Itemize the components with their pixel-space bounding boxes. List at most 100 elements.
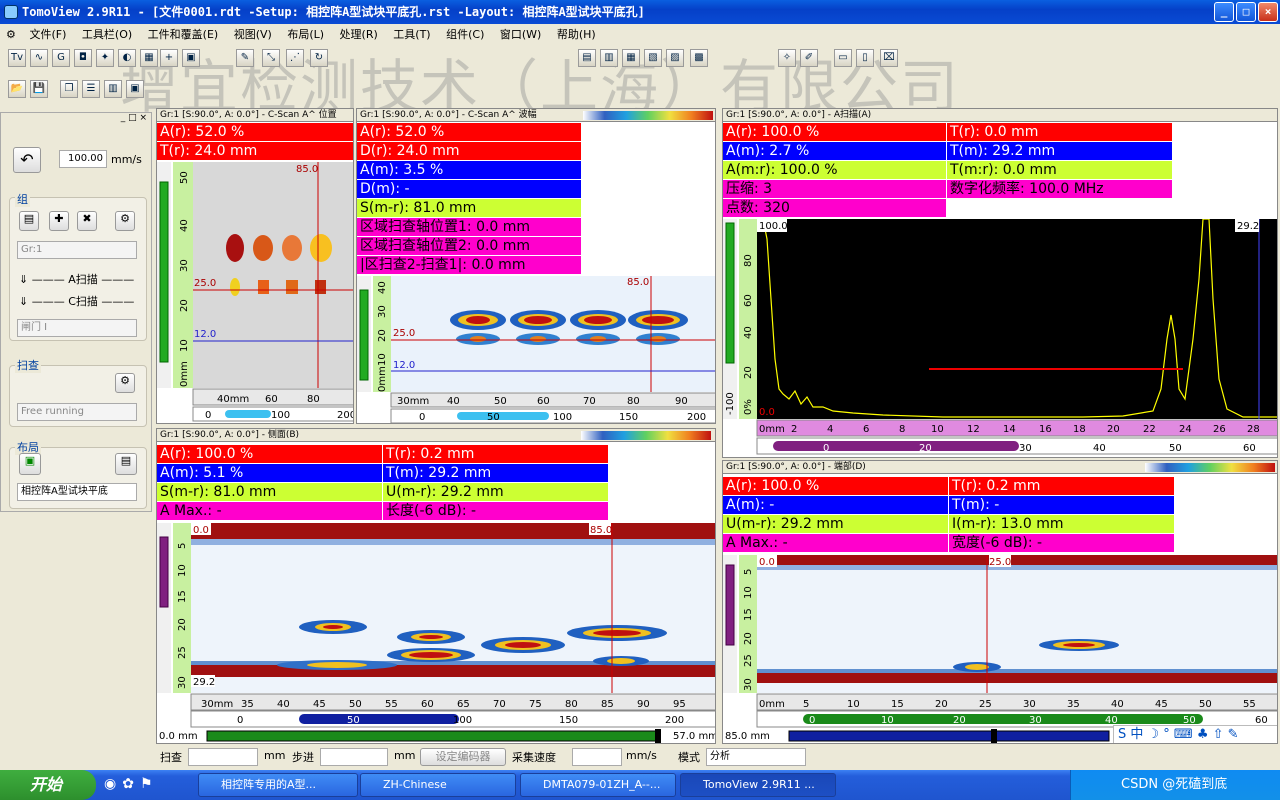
tile-h-icon[interactable]: ☰	[82, 80, 100, 98]
speed-input[interactable]	[572, 748, 622, 766]
ascan-toggle[interactable]: ⇓ ——— A扫描 ———	[19, 271, 134, 287]
dscan-xtick: 55	[1243, 699, 1256, 710]
bscan-xtick: 60	[421, 699, 434, 710]
camp-amplitude: A(r): 52.0 %	[357, 123, 582, 142]
cscan-position-view: Gr:1 [S:90.0°, A: 0.0°] - C-Scan A^ 位置 A…	[156, 108, 354, 424]
bscan-bottom-label: 29.2	[193, 677, 215, 688]
cpos-ytick: 40	[179, 219, 190, 232]
taskbar: 开始 ◉✿⚑ 相控阵专用的A型... ZH-Chinese DMTA079-01…	[0, 770, 1280, 800]
control-panel: _ □ × ↶ 100.00 mm/s 组 ▤ ✚ ✖ ⚙ Gr:1 ⇓ ———…	[0, 112, 152, 512]
panel-controls[interactable]: _ □ ×	[121, 113, 147, 123]
bscan-xtick: 75	[529, 699, 542, 710]
gate-select[interactable]: 闸门 I	[17, 319, 137, 337]
layout-add-button[interactable]: ▣	[19, 453, 41, 475]
tv-icon[interactable]: Tv	[8, 49, 26, 67]
grid-icon[interactable]: ▦	[140, 49, 158, 67]
bscan-scroll: 200	[665, 715, 684, 726]
bscan-s-mr: S(m-r): 81.0 mm	[157, 483, 383, 502]
cpos-gate-line: 12.0	[194, 329, 216, 340]
ruler-icon[interactable]: ⋰	[286, 49, 304, 67]
close-button[interactable]: ×	[1258, 2, 1278, 22]
dscan-amp-m: A(m): -	[723, 496, 949, 515]
camp-cursor-x: 85.0	[627, 277, 650, 288]
bscan-cursor-x: 85.0	[590, 525, 612, 536]
layout3-icon[interactable]: ▦	[622, 49, 640, 67]
ime-toolbar[interactable]: S 中 ☽ ° ⌨ ♣ ⇧ ✎	[1113, 725, 1277, 743]
menu-file[interactable]: 文件(F)	[24, 24, 73, 46]
bscan-range-lo: 0.0 mm	[159, 731, 198, 742]
view-icon[interactable]: ▣	[182, 49, 200, 67]
gain-icon[interactable]: G	[52, 49, 70, 67]
rotate-icon[interactable]: ↻	[310, 49, 328, 67]
reset-button[interactable]: ↶	[13, 147, 41, 173]
ascan-t-mr: T(m:r): 0.0 mm	[947, 161, 1173, 180]
pen-icon[interactable]: ✎	[236, 49, 254, 67]
camp-depth-m: D(m): -	[357, 180, 582, 199]
frame-icon[interactable]: ▯	[856, 49, 874, 67]
camp-xtick: 50	[494, 396, 507, 407]
scan-unit: mm	[264, 749, 286, 762]
arrange-icon[interactable]: ▣	[126, 80, 144, 98]
layout4-icon[interactable]: ▧	[644, 49, 662, 67]
color-icon[interactable]: ◐	[118, 49, 136, 67]
minimize-button[interactable]: _	[1214, 2, 1234, 22]
cpos-xtick: 40mm	[217, 394, 249, 405]
ascan-xtick: 0mm	[759, 424, 785, 435]
ppt-icon[interactable]: ∿	[30, 49, 48, 67]
cscan-toggle[interactable]: ⇓ ——— C扫描 ———	[19, 293, 134, 309]
ascan-t-r: T(r): 0.0 mm	[947, 123, 1173, 142]
group-delete-button[interactable]: ✖	[77, 211, 97, 231]
add-view-icon[interactable]: +	[160, 49, 178, 67]
open-icon[interactable]: 📂	[8, 80, 26, 98]
bscan-range-hi: 57.0 mm	[673, 731, 716, 742]
scan-mode-select[interactable]: Free running	[17, 403, 137, 421]
scan-settings-button[interactable]: ⚙	[115, 373, 135, 393]
layout-select[interactable]: 相控阵A型试块平底	[17, 483, 137, 501]
set-encoder-button[interactable]: 设定编码器	[420, 748, 506, 766]
velocity-input[interactable]: 100.00	[59, 150, 107, 168]
bscan-t-r: T(r): 0.2 mm	[383, 445, 609, 464]
maximize-button[interactable]: □	[1236, 2, 1256, 22]
group-settings-button[interactable]: ⚙	[115, 211, 135, 231]
mode-value[interactable]: 分析	[706, 748, 806, 766]
task-browser[interactable]: 相控阵专用的A型...	[198, 773, 358, 797]
layout1-icon[interactable]: ▤	[578, 49, 596, 67]
layout5-icon[interactable]: ▨	[666, 49, 684, 67]
group-add-button[interactable]: ✚	[49, 211, 69, 231]
tray-watermark: CSDN @死磕到底	[1121, 777, 1228, 792]
pin-icon[interactable]: ✐	[800, 49, 818, 67]
quicklaunch-icons[interactable]: ◉✿⚑	[104, 776, 159, 792]
wand-icon[interactable]: ✧	[778, 49, 796, 67]
layout6-icon[interactable]: ▩	[690, 49, 708, 67]
cpos-scroll: 100	[271, 410, 290, 421]
tools-icon[interactable]: ✦	[96, 49, 114, 67]
cascade-icon[interactable]: ❐	[60, 80, 78, 98]
app-menu-icon[interactable]: ⚙	[0, 24, 20, 46]
measure-icon[interactable]: ⤡	[262, 49, 280, 67]
step-input[interactable]	[320, 748, 388, 766]
scan-input[interactable]	[188, 748, 258, 766]
sheet-icon[interactable]: ▭	[834, 49, 852, 67]
bscan-xtick: 35	[241, 699, 254, 710]
bscan-xtick: 80	[565, 699, 578, 710]
task-folder[interactable]: ZH-Chinese	[360, 773, 516, 797]
ascan-xtick: 18	[1073, 424, 1086, 435]
task-document[interactable]: DMTA079-01ZH_A--...	[520, 773, 676, 797]
ascan-amp-m: A(m): 2.7 %	[723, 142, 947, 161]
layout2-icon[interactable]: ▥	[600, 49, 618, 67]
dscan-xtick: 30	[1023, 699, 1036, 710]
save-icon[interactable]: 💾	[30, 80, 48, 98]
cpos-ytick: 30	[179, 259, 190, 272]
bscan-xtick: 70	[493, 699, 506, 710]
tile-v-icon[interactable]: ▥	[104, 80, 122, 98]
ascan-xtick: 8	[899, 424, 905, 435]
export-icon[interactable]: ⌧	[880, 49, 898, 67]
group-doc-button[interactable]: ▤	[19, 211, 39, 231]
bscan-xtick: 45	[313, 699, 326, 710]
layout-edit-button[interactable]: ▤	[115, 453, 137, 475]
camp-ytick: 20	[377, 329, 388, 342]
task-tomoview[interactable]: TomoView 2.9R11 ...	[680, 773, 836, 797]
group-select[interactable]: Gr:1	[17, 241, 137, 259]
camera-icon[interactable]: ◘	[74, 49, 92, 67]
start-button[interactable]: 开始	[0, 770, 96, 800]
